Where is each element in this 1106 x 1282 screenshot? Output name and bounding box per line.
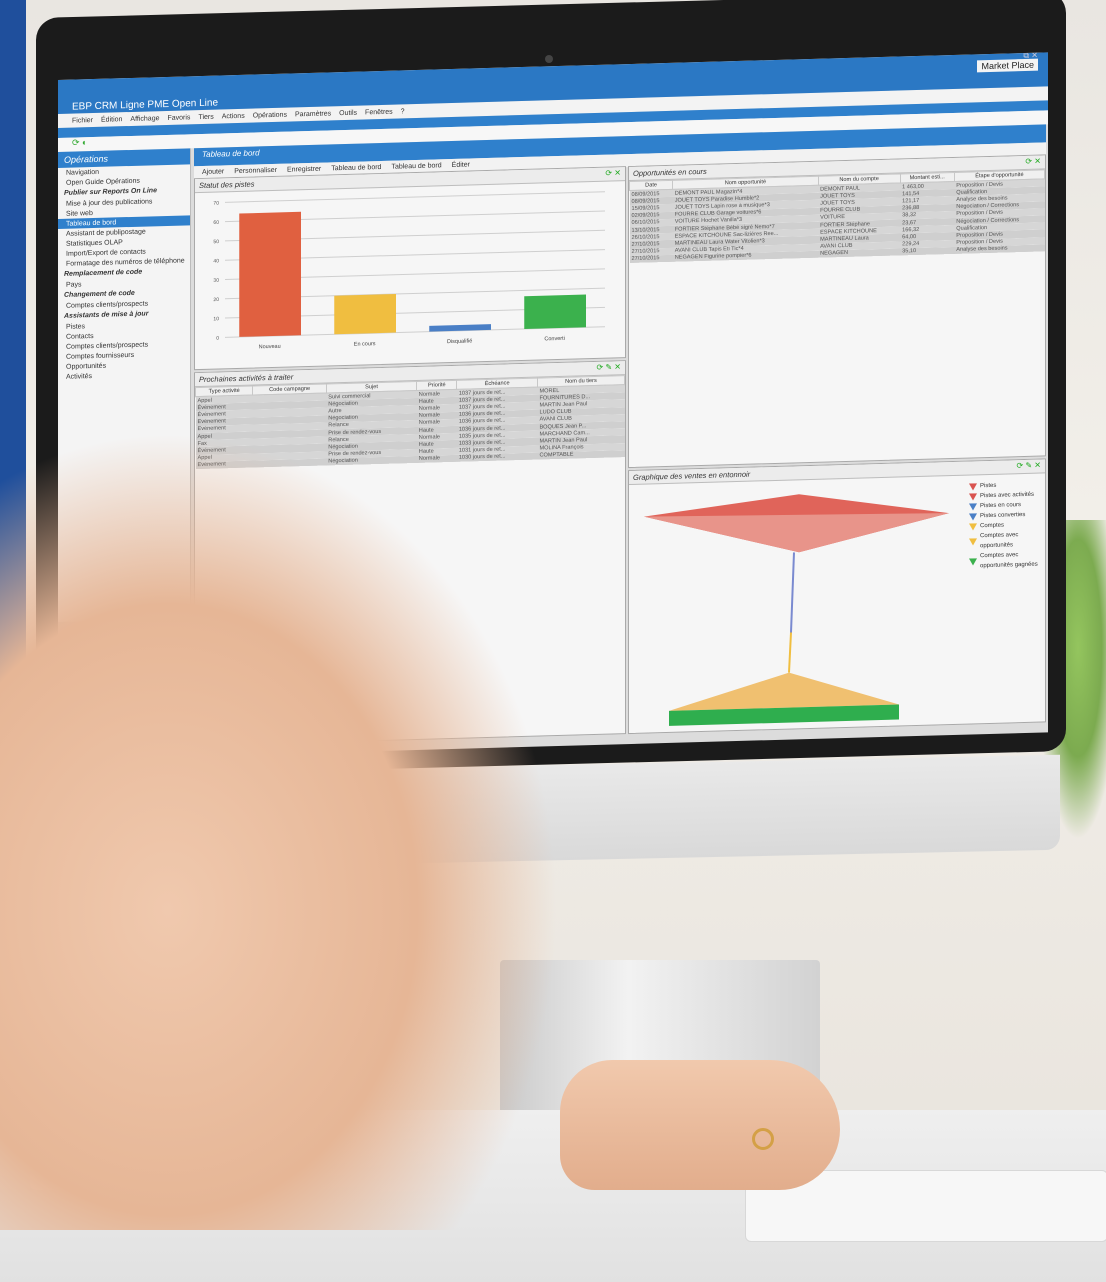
market-place-button[interactable]: Market Place: [977, 58, 1038, 73]
y-tick-label: 40: [213, 258, 219, 264]
toolbar-button[interactable]: Ajouter: [202, 168, 224, 176]
menu-item[interactable]: Opérations: [253, 111, 287, 119]
legend-label: Comptes: [980, 522, 1005, 530]
opportunities-table: Date Nom opportunité Nom du compte Montant …: [629, 169, 1045, 263]
y-tick-label: 30: [213, 278, 219, 284]
funnel-stage-pistes-encours: [790, 552, 795, 633]
funnel-chart: [644, 494, 949, 728]
opportunities-panel: Opportunités en cours ⟳ ✕ Date Nom opport…: [628, 154, 1046, 469]
person-hand: [560, 1060, 840, 1190]
table-cell: NEGAGEN: [818, 248, 901, 258]
legend-label: Pistes: [980, 482, 997, 490]
table-cell: 27/10/2015: [629, 254, 673, 263]
x-tick-label: Disqualifié: [447, 338, 472, 345]
person-arm: [0, 430, 560, 1230]
bar-chart: 0 10 20 30 40 50 60 70 Nouveau En cours Disqualifi…: [213, 191, 605, 351]
legend-label: Comptes avec opportunités gagnées: [980, 552, 1038, 570]
x-tick-label: Nouveau: [259, 344, 281, 351]
menu-item[interactable]: Paramètres: [295, 110, 331, 118]
menu-item[interactable]: Outils: [339, 109, 357, 117]
ring: [752, 1128, 774, 1150]
menu-item[interactable]: ?: [401, 108, 405, 115]
menu-item[interactable]: Édition: [101, 116, 122, 124]
y-tick-label: 0: [216, 335, 219, 341]
y-tick-label: 60: [213, 220, 219, 226]
menu-item[interactable]: Fichier: [72, 117, 93, 125]
bar-converti: [524, 294, 586, 329]
funnel-stage-comptes-opportunites: [669, 672, 899, 711]
menu-item[interactable]: Fenêtres: [365, 108, 393, 116]
bar-nouveau: [239, 211, 301, 337]
funnel-icon: [969, 492, 977, 501]
menu-item[interactable]: Affichage: [130, 115, 159, 123]
panel-controls[interactable]: ⟳ ✎ ✕: [596, 362, 621, 372]
x-tick-label: Converti: [544, 336, 564, 343]
y-tick-label: 70: [213, 200, 219, 206]
gridline: [225, 191, 605, 203]
toolbar-button[interactable]: Éditer: [452, 161, 470, 169]
menu-item[interactable]: Favoris: [167, 114, 190, 122]
legend-label: Comptes avec opportunités: [980, 532, 1019, 550]
toolbar-button[interactable]: Tableau de bord: [391, 162, 441, 170]
funnel-stage-comptes: [788, 632, 792, 673]
legend-item: Comptes avec opportunités: [969, 529, 1045, 551]
funnel-icon: [969, 502, 977, 511]
table-cell: 35,10: [900, 246, 955, 256]
funnel-panel: Graphique des ventes en entonnoir ⟳ ✎ ✕ …: [628, 458, 1046, 735]
legend-item: Comptes avec opportunités gagnées: [969, 549, 1045, 571]
panel-controls[interactable]: ⟳ ✕: [1025, 157, 1041, 166]
x-tick-label: En cours: [354, 341, 376, 348]
panel-controls[interactable]: ⟳ ✕: [605, 168, 621, 177]
y-tick-label: 20: [213, 297, 219, 303]
funnel-icon: [969, 557, 977, 566]
funnel-icon: [969, 522, 977, 531]
legend-label: Pistes converties: [980, 511, 1026, 520]
status-chart-panel: Statut des pistes ⟳ ✕ 0 10 20 30 40 50 60 70 Nou…: [194, 166, 626, 371]
funnel-icon: [969, 482, 977, 491]
menu-item[interactable]: Actions: [222, 112, 245, 120]
y-tick-label: 10: [213, 316, 219, 322]
funnel-icon: [969, 512, 977, 521]
toolbar-button[interactable]: Personnaliser: [234, 167, 277, 175]
panel-controls[interactable]: ⟳ ✎ ✕: [1016, 461, 1041, 471]
y-tick-label: 50: [213, 239, 219, 245]
menu-item[interactable]: Tiers: [198, 113, 213, 120]
bar-en cours: [334, 293, 396, 335]
camera-icon: [545, 55, 553, 63]
toolbar-button[interactable]: Enregistrer: [287, 166, 321, 174]
funnel-icon: [969, 537, 977, 546]
toolbar-button[interactable]: Tableau de bord: [331, 164, 381, 172]
funnel-legend: Pistes Pistes avec activités Pistes en cou…: [969, 479, 1045, 571]
